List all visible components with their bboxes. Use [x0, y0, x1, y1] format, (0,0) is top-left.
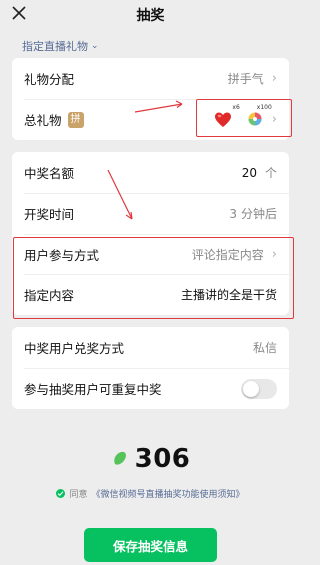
checked-icon[interactable] [56, 489, 66, 498]
agreement-line: 同意 《微信视频号直播抽奖功能使用须知》 [0, 487, 301, 500]
save-lottery-button[interactable]: 保存抽奖信息 [84, 528, 217, 562]
annotation-arrows [107, 100, 183, 220]
bean-balance: 306 [0, 444, 301, 474]
wechat-bean-icon [113, 451, 126, 465]
bean-count: 306 [134, 444, 191, 474]
agreement-prefix: 同意 [69, 490, 88, 500]
agreement-link[interactable]: 《微信视频号直播抽奖功能使用须知》 [92, 487, 245, 500]
